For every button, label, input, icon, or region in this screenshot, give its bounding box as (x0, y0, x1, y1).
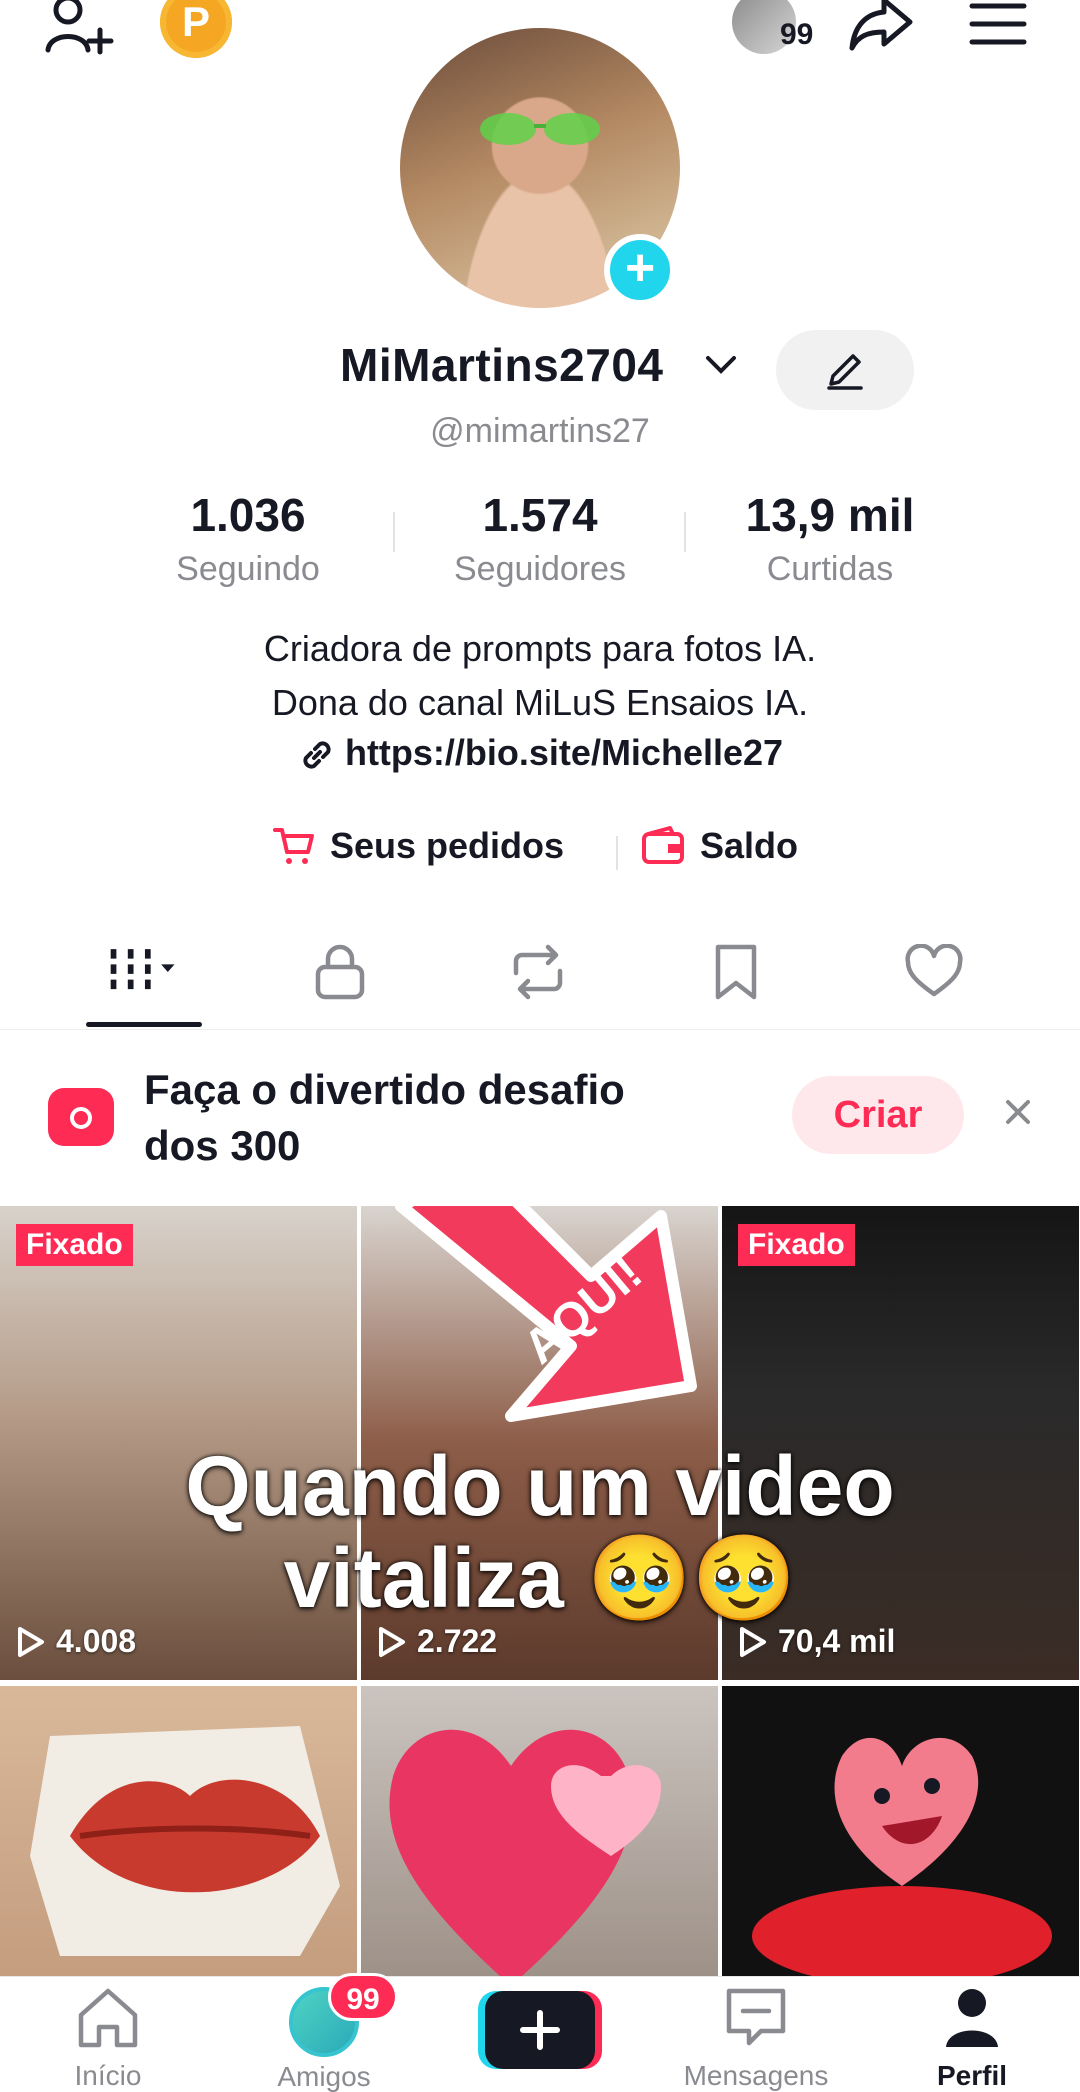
video-thumbnail[interactable]: Fixado 4.008 (0, 1206, 357, 1680)
profile-bio: Criadora de prompts para fotos IA. Dona … (0, 622, 1080, 730)
friends-badge: 99 (328, 1973, 398, 2021)
content-tabs (0, 926, 1080, 1030)
user-handle: @mimartins27 (430, 412, 650, 450)
balance-button[interactable]: Saldo (640, 824, 798, 868)
display-name[interactable]: MiMartins2704 (340, 338, 664, 392)
nav-label: Mensagens (683, 2060, 829, 2091)
close-icon[interactable] (998, 1092, 1038, 1132)
tab-private[interactable] (300, 940, 380, 1004)
add-friend-icon[interactable] (44, 0, 116, 60)
heart-icon (905, 944, 963, 997)
stat-following[interactable]: 1.036 Seguindo (118, 488, 378, 589)
stat-divider (393, 512, 395, 552)
stat-label: Seguindo (176, 550, 320, 588)
video-thumbnail[interactable] (361, 1686, 718, 1986)
stat-divider (684, 512, 686, 552)
glasses-image (480, 113, 600, 145)
pencil-icon (827, 354, 863, 390)
pinned-badge: Fixado (738, 1224, 855, 1266)
chevron-down-icon[interactable] (704, 352, 738, 378)
profile-icon (946, 1989, 998, 2047)
repost-icon (513, 944, 563, 1000)
video-thumbnail[interactable]: AQUI! 2.722 (361, 1206, 718, 1680)
stat-label: Curtidas (766, 550, 894, 588)
tab-videos[interactable] (104, 940, 184, 1004)
heart-sticker (389, 1729, 661, 1986)
pinned-badge: Fixado (16, 1224, 133, 1266)
nav-profile[interactable]: Perfil (872, 1977, 1072, 2092)
name-row: MiMartins2704 (0, 330, 1080, 410)
cart-icon (273, 828, 314, 864)
orders-label: Seus pedidos (330, 825, 565, 866)
view-count-text: 2.722 (417, 1623, 498, 1659)
view-count: 2.722 (377, 1623, 497, 1660)
balance-label: Saldo (700, 825, 799, 866)
lips-sticker (30, 1726, 340, 1956)
bottom-navigation: Início Amigos 99 Mensagens Perfil (0, 1973, 1080, 2092)
stat-value: 13,9 mil (745, 489, 915, 541)
bio-line: Criadora de prompts para fotos IA. (263, 628, 817, 669)
heart-character-sticker (752, 1737, 1052, 1986)
video-thumbnail[interactable]: Fixado 70,4 mil (722, 1206, 1079, 1680)
story-count: 99 (780, 18, 814, 51)
bookmark-icon (715, 944, 757, 1000)
stat-value: 1.036 (190, 489, 306, 541)
coin-letter: P (181, 0, 210, 45)
message-icon (726, 1988, 786, 2046)
bio-line: Dona do canal MiLuS Ensaios IA. (271, 682, 809, 723)
coin-icon[interactable]: P (160, 0, 232, 58)
view-count-text: 4.008 (56, 1623, 137, 1659)
play-icon (740, 1626, 766, 1657)
nav-label: Início (74, 2060, 142, 2091)
stat-likes[interactable]: 13,9 mil Curtidas (700, 488, 960, 589)
video-thumbnail[interactable] (722, 1686, 1079, 1986)
nav-messages[interactable]: Mensagens (656, 1977, 856, 2092)
play-icon (379, 1626, 405, 1657)
video-thumbnail[interactable] (0, 1686, 357, 1986)
play-icon (18, 1626, 44, 1657)
arrow-sticker: AQUI! (395, 1206, 697, 1422)
share-icon[interactable] (846, 0, 916, 54)
create-video-button[interactable] (478, 1991, 602, 2069)
bio-link-text: https://bio.site/Michelle27 (344, 732, 784, 773)
grid-icon (110, 949, 175, 995)
challenge-banner: Faça o divertido desafio dos 300 Criar (0, 1052, 1080, 1182)
video-grid: Fixado 4.008 AQUI! 2.722 Fixado 70,4 mil (0, 1206, 1080, 1986)
lock-icon (315, 944, 365, 1000)
shop-row: Seus pedidos Saldo (0, 824, 1080, 880)
tab-liked[interactable] (894, 940, 974, 1004)
nav-home[interactable]: Início (8, 1977, 208, 2092)
camera-icon (48, 1088, 114, 1146)
create-button[interactable]: Criar (792, 1076, 964, 1154)
profile-stats: 1.036 Seguindo 1.574 Seguidores 13,9 mil… (0, 488, 1080, 598)
menu-icon[interactable] (968, 0, 1028, 50)
active-tab-underline (86, 1022, 202, 1027)
link-icon (303, 741, 331, 770)
nav-label: Amigos (277, 2061, 371, 2092)
shop-divider (616, 836, 618, 870)
challenge-text: Faça o divertido desafio dos 300 (144, 1066, 625, 1169)
nav-label: Perfil (936, 2060, 1008, 2091)
add-story-button[interactable]: + (604, 234, 676, 306)
view-count: 4.008 (16, 1623, 136, 1660)
edit-profile-button[interactable] (776, 330, 914, 410)
stat-followers[interactable]: 1.574 Seguidores (410, 488, 670, 589)
stat-value: 1.574 (482, 489, 598, 541)
profile-avatar-wrap: + (400, 28, 680, 308)
wallet-icon (642, 826, 684, 864)
bio-link[interactable]: https://bio.site/Michelle27 (0, 732, 1080, 775)
view-count: 70,4 mil (738, 1623, 895, 1660)
view-count-text: 70,4 mil (778, 1623, 896, 1659)
stat-label: Seguidores (453, 550, 626, 588)
tab-reposts[interactable] (498, 940, 578, 1004)
home-icon (78, 1988, 138, 2048)
tab-saved[interactable] (696, 940, 776, 1004)
orders-button[interactable]: Seus pedidos (272, 824, 564, 868)
